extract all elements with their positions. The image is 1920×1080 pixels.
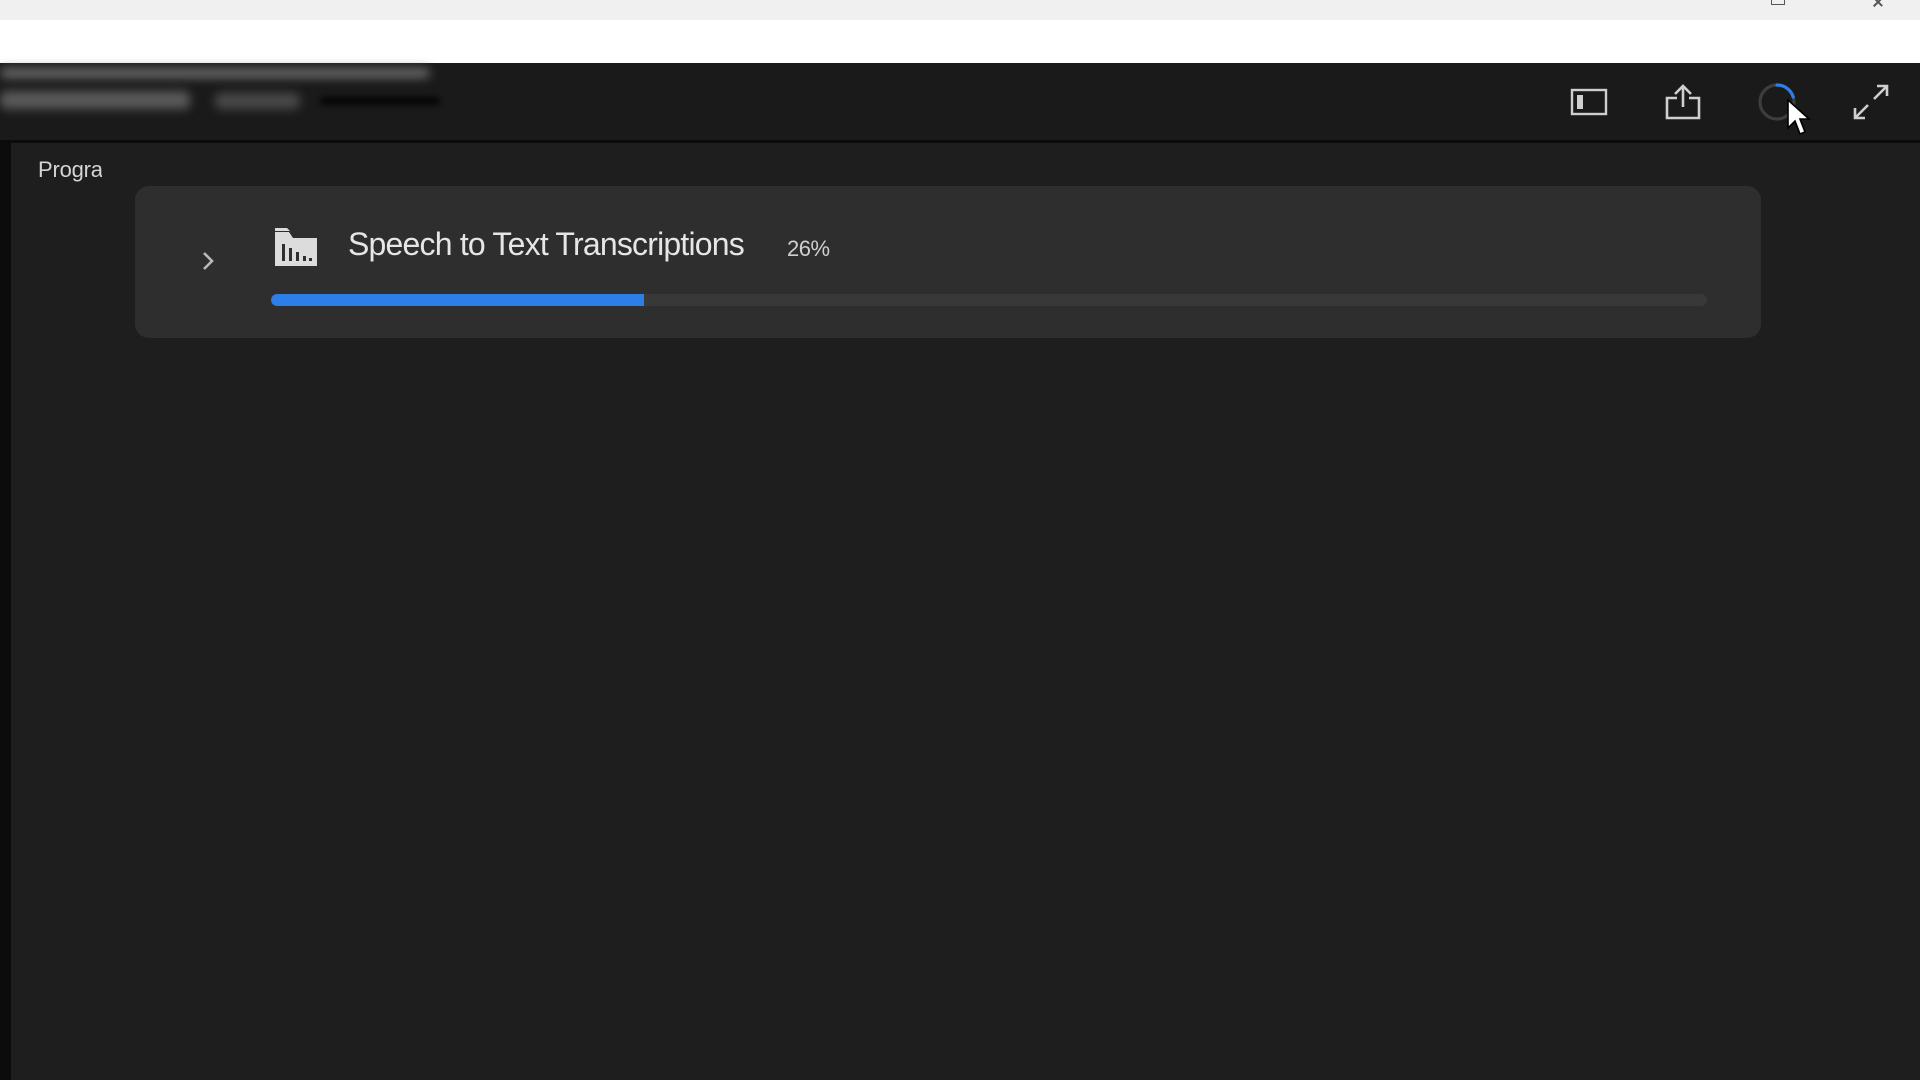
progress-bar [271, 294, 1707, 306]
blurred-header-mark [320, 97, 440, 105]
panel-label: Progra [38, 157, 102, 182]
window-title-bar [0, 0, 1920, 20]
close-icon[interactable] [1868, 0, 1888, 8]
progress-bar-fill [271, 294, 645, 306]
app-top-strip [0, 20, 1920, 63]
chevron-right-icon[interactable] [193, 246, 223, 276]
restore-icon[interactable] [1768, 0, 1788, 8]
blurred-header-text [0, 91, 190, 109]
transcription-folder-icon [273, 224, 319, 268]
task-percent: 26% [787, 236, 830, 261]
expand-fullscreen-icon[interactable] [1849, 80, 1893, 124]
left-panel-divider [0, 143, 11, 1080]
task-title: Speech to Text Transcriptions [348, 226, 745, 262]
progress-task-card: Speech to Text Transcriptions 26% [135, 186, 1761, 338]
share-export-icon[interactable] [1661, 80, 1705, 124]
progress-spinner-icon[interactable] [1755, 80, 1799, 124]
app-header [0, 63, 1920, 143]
blurred-header-line [0, 68, 430, 78]
blurred-header-text [215, 93, 300, 109]
panel-toggle-icon[interactable] [1567, 80, 1611, 124]
